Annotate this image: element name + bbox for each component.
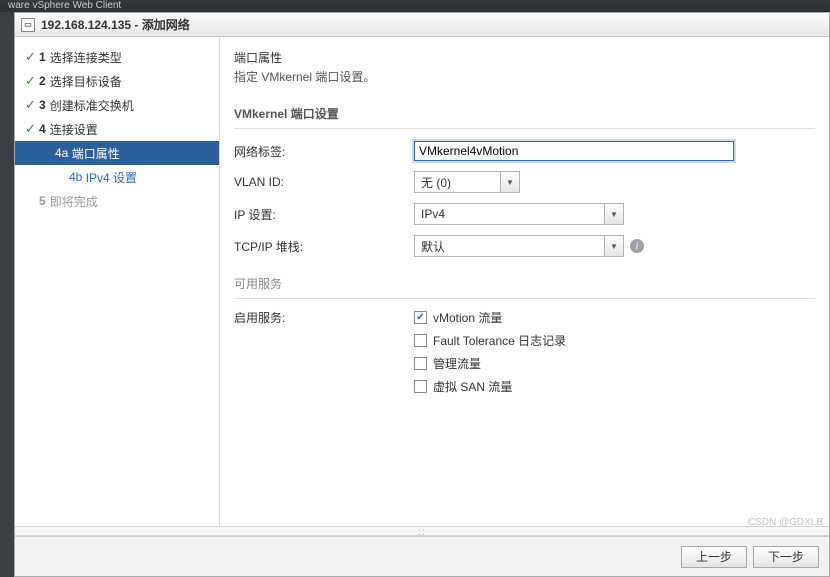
step-5: ✓ 5 即将完成 [15, 189, 219, 213]
step-2[interactable]: ✓ 2 选择目标设备 [15, 69, 219, 93]
check-icon: ✓ [25, 49, 39, 65]
check-icon: ✓ [25, 73, 39, 89]
svc-vsan-label: 虚拟 SAN 流量 [433, 378, 512, 395]
app-top-bar: ware vSphere Web Client [0, 0, 830, 12]
dialog-titlebar: ▭ 192.168.124.135 - 添加网络 [15, 13, 829, 37]
step-4a-port-props[interactable]: 4a 端口属性 [15, 141, 219, 165]
page-title: 端口属性 [234, 49, 815, 66]
wizard-content: 端口属性 指定 VMkernel 端口设置。 VMkernel 端口设置 网络标… [220, 37, 829, 526]
chevron-down-icon[interactable]: ▼ [500, 171, 520, 193]
section-port-settings: VMkernel 端口设置 [234, 105, 815, 129]
step-3[interactable]: ✓ 3 创建标准交换机 [15, 93, 219, 117]
label-enable-services: 启用服务: [234, 309, 414, 326]
svc-mgmt-label: 管理流量 [433, 355, 481, 372]
add-network-dialog: ▭ 192.168.124.135 - 添加网络 ✓ 1 选择连接类型 ✓ 2 … [14, 12, 830, 577]
next-button[interactable]: 下一步 [753, 546, 819, 568]
chevron-down-icon[interactable]: ▼ [604, 203, 624, 225]
tcpip-stack-select[interactable]: 默认 ▼ [414, 235, 624, 257]
dialog-footer: 上一步 下一步 [15, 536, 829, 576]
check-icon: ✓ [25, 121, 39, 137]
checkbox-vsan[interactable] [414, 380, 427, 393]
services-group: ✔ vMotion 流量 Fault Tolerance 日志记录 管理流量 虚… [414, 309, 566, 401]
vlan-id-select[interactable]: 无 (0) ▼ [414, 171, 520, 193]
checkbox-ft[interactable] [414, 334, 427, 347]
info-icon[interactable]: i [630, 239, 644, 253]
checkbox-vmotion[interactable]: ✔ [414, 311, 427, 324]
label-vlan-id: VLAN ID: [234, 175, 414, 189]
chevron-down-icon[interactable]: ▼ [604, 235, 624, 257]
page-subtitle: 指定 VMkernel 端口设置。 [234, 68, 815, 85]
label-network-label: 网络标签: [234, 143, 414, 160]
host-icon: ▭ [21, 18, 35, 32]
section-available-services: 可用服务 [234, 275, 815, 299]
dialog-title-ip: 192.168.124.135 [41, 18, 131, 32]
watermark: CSDN @GDXLB [748, 517, 823, 528]
label-tcpip-stack: TCP/IP 堆栈: [234, 238, 414, 255]
label-ip-settings: IP 设置: [234, 206, 414, 223]
checkbox-mgmt[interactable] [414, 357, 427, 370]
svc-vmotion-label: vMotion 流量 [433, 309, 502, 326]
step-4b-ipv4[interactable]: ✓ 4b IPv4 设置 [15, 165, 219, 189]
dialog-title-action: 添加网络 [142, 16, 190, 33]
network-label-input[interactable] [414, 141, 734, 161]
ip-settings-select[interactable]: IPv4 ▼ [414, 203, 624, 225]
back-button[interactable]: 上一步 [681, 546, 747, 568]
svc-ft-label: Fault Tolerance 日志记录 [433, 332, 566, 349]
resize-splitter[interactable]: :: [15, 526, 829, 536]
check-icon: ✓ [25, 97, 39, 113]
wizard-steps: ✓ 1 选择连接类型 ✓ 2 选择目标设备 ✓ 3 创建标准交换机 ✓ 4 连接… [15, 37, 220, 526]
step-4[interactable]: ✓ 4 连接设置 [15, 117, 219, 141]
step-1[interactable]: ✓ 1 选择连接类型 [15, 45, 219, 69]
